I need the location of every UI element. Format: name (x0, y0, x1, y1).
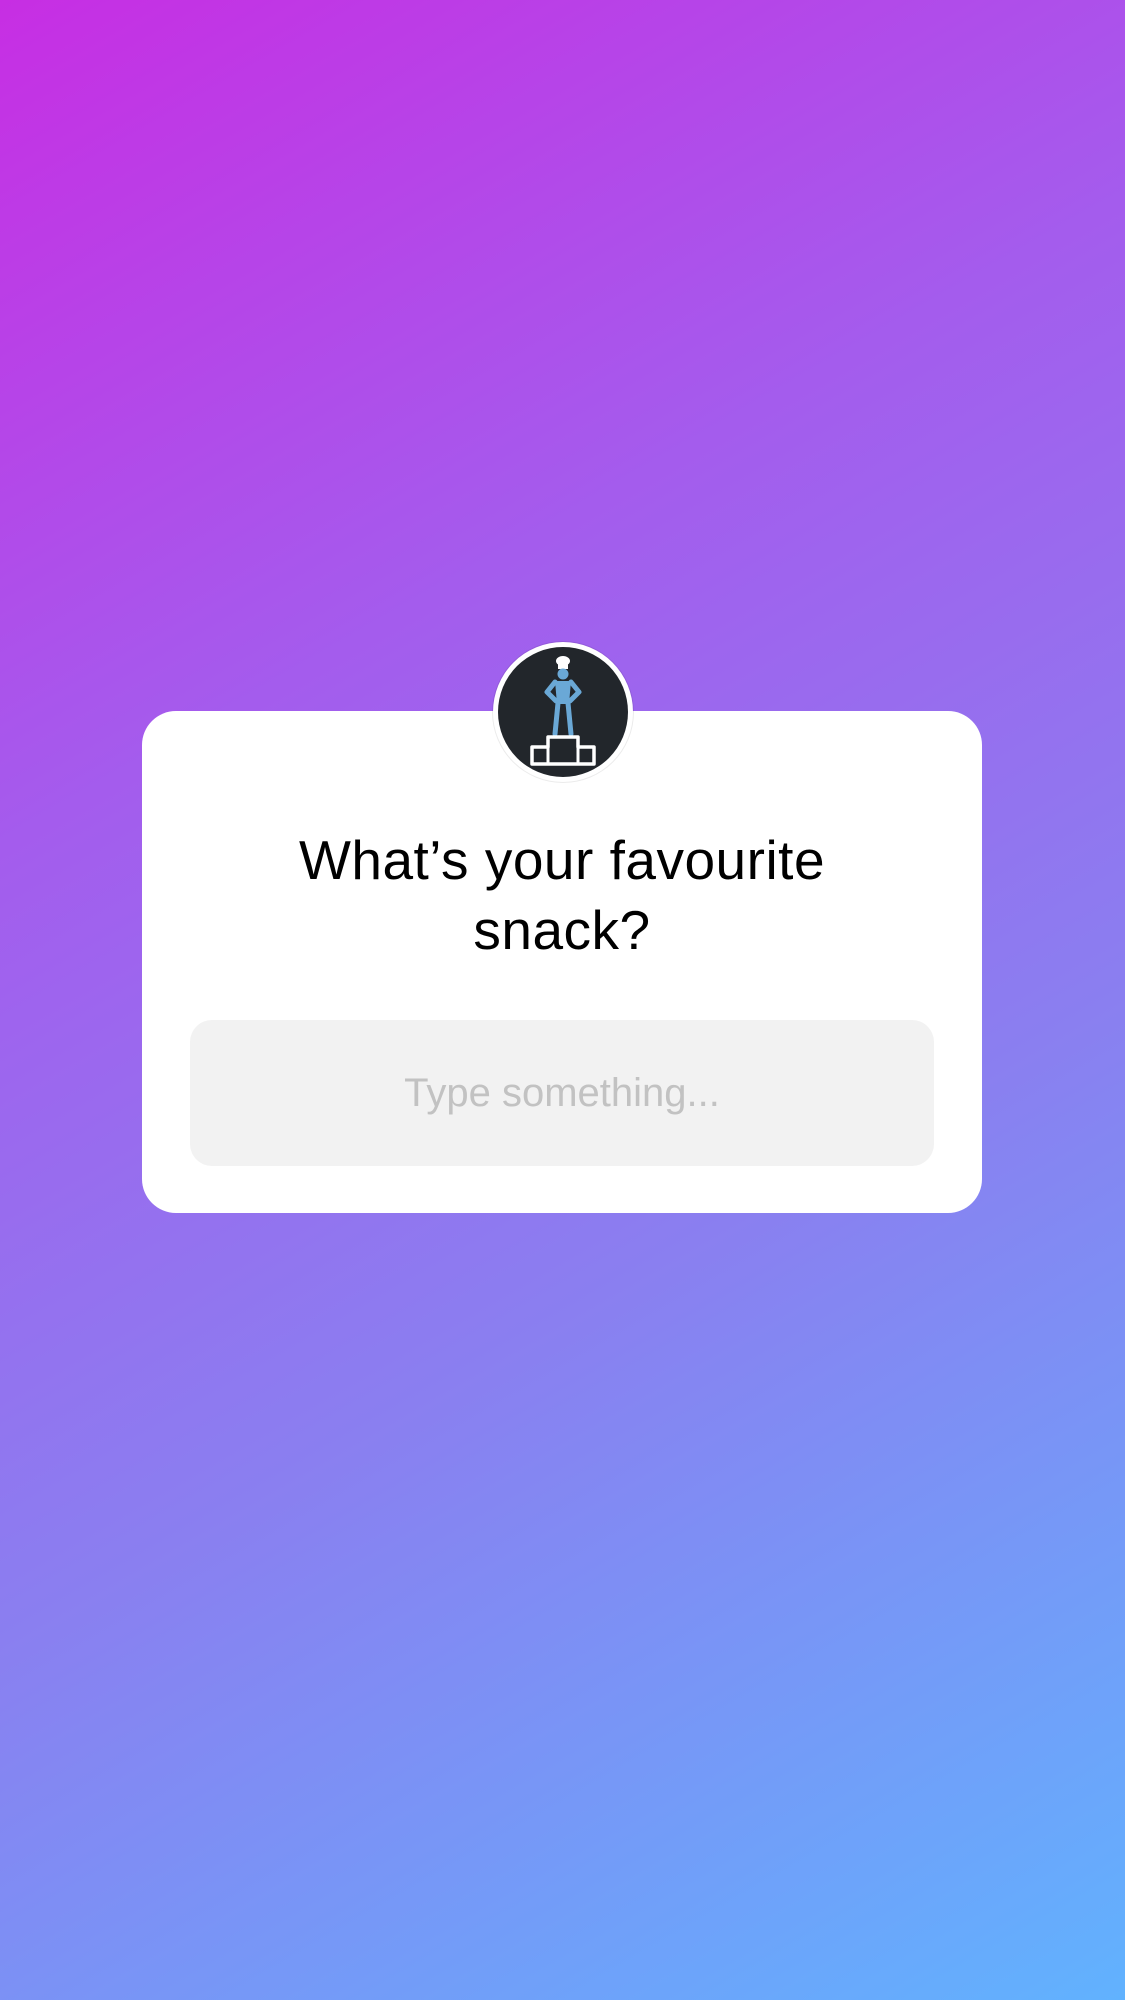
question-sticker-card: What’s your favourite snack? (142, 711, 982, 1213)
answer-input[interactable] (190, 1020, 934, 1166)
avatar[interactable] (493, 642, 633, 782)
chef-on-podium-icon (498, 647, 628, 777)
question-text: What’s your favourite snack? (298, 829, 826, 961)
